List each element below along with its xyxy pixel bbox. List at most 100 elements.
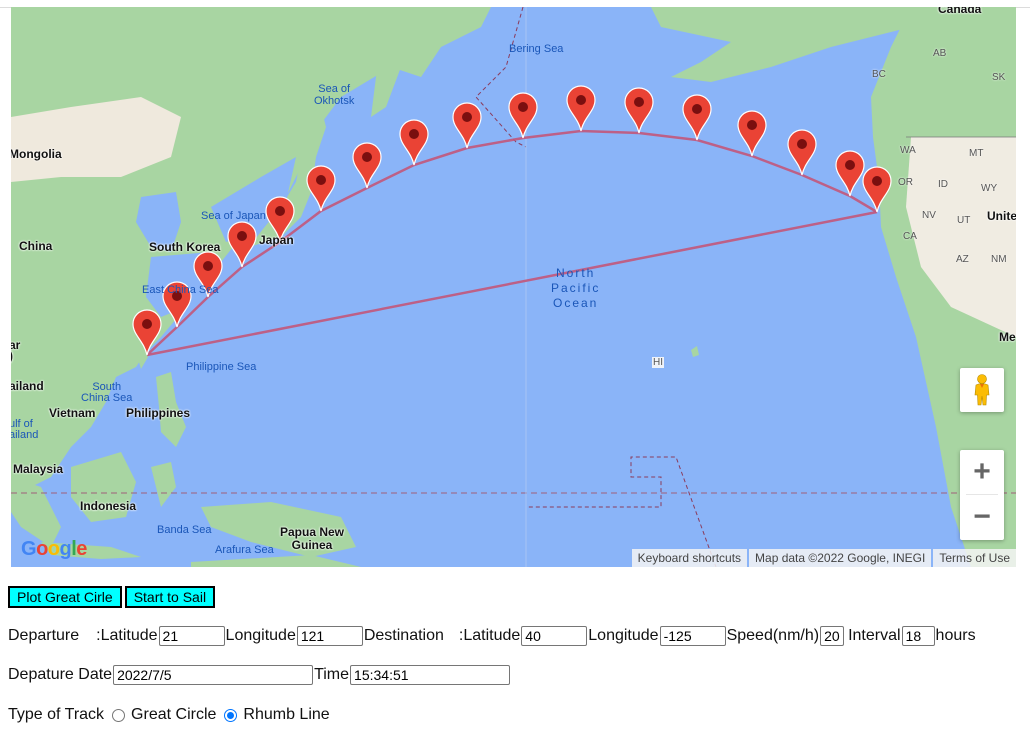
departure-latitude-input[interactable] [158, 626, 225, 646]
label-south-china-sea-line2: China Sea [81, 392, 133, 404]
map-pin-dot [409, 129, 419, 139]
track-type-row: Type of Track Great Circle Rhumb Line [8, 706, 330, 724]
label-sea-of-okhotsk: Sea of Okhotsk [314, 83, 354, 107]
label-papua-new-guinea: Papua New Guinea [280, 526, 344, 552]
label-sea-of-okhotsk-line1: Sea of [318, 83, 351, 95]
map-pin-dot [362, 152, 372, 162]
label-mexico: Me [999, 330, 1016, 344]
speed-label: Speed(nm/h) [726, 627, 820, 644]
waypoint-marker[interactable] [306, 165, 336, 212]
rhumb-line-option-label[interactable]: Rhumb Line [243, 706, 329, 724]
keyboard-shortcuts-link[interactable]: Keyboard shortcuts [631, 549, 748, 567]
label-npo-line3: Ocean [552, 296, 599, 310]
label-nv: NV [922, 210, 936, 221]
label-ut: UT [957, 215, 971, 226]
waypoint-marker[interactable] [787, 129, 817, 176]
map-pin-dot [747, 120, 757, 130]
datetime-row: Depature Date Time [8, 665, 511, 685]
map-pin-icon [352, 142, 382, 189]
map-pin-icon [399, 119, 429, 166]
label-az: AZ [956, 254, 969, 265]
label-wa: WA [900, 145, 916, 156]
waypoint-marker[interactable] [624, 87, 654, 134]
label-mongolia: Mongolia [11, 147, 62, 161]
label-south-korea: South Korea [149, 240, 221, 254]
label-indonesia: Indonesia [80, 499, 137, 513]
label-banda-sea: Banda Sea [157, 524, 212, 536]
departure-date-input[interactable] [113, 665, 314, 685]
departure-longitude-input[interactable] [296, 626, 363, 646]
interval-label: Interval [848, 627, 901, 644]
waypoint-marker[interactable] [508, 92, 538, 139]
action-buttons: Plot Great Cirle Start to Sail [8, 586, 218, 608]
land-sumatra [11, 477, 61, 547]
label-sk: SK [992, 72, 1006, 83]
waypoint-marker[interactable] [835, 150, 865, 197]
label-wy: WY [981, 183, 998, 194]
great-circle-option-label[interactable]: Great Circle [131, 706, 216, 724]
label-bc: BC [872, 69, 886, 80]
coordinates-row: Departure :Latitude Longitude Destinatio… [8, 626, 976, 646]
label-png-line2: Guinea [291, 538, 333, 552]
waypoint-marker[interactable] [566, 85, 596, 132]
map-pin-dot [518, 102, 528, 112]
label-sea-of-okhotsk-line2: Okhotsk [314, 95, 355, 107]
map-pin-icon [682, 94, 712, 141]
destination-latitude-label: :Latitude [458, 627, 521, 644]
waypoint-marker[interactable] [737, 110, 767, 157]
interval-input[interactable] [901, 626, 935, 646]
waypoint-marker[interactable] [399, 119, 429, 166]
label-gulf-of-thailand: ulf of ailand [11, 419, 38, 441]
map-pin-icon [787, 129, 817, 176]
zoom-in-button[interactable]: + [960, 450, 1004, 494]
departure-longitude-label: Longitude [225, 627, 296, 644]
waypoint-marker[interactable] [452, 102, 482, 149]
time-label: Time [314, 666, 350, 683]
start-to-sail-button[interactable]: Start to Sail [124, 586, 216, 608]
label-sea-of-japan: Sea of Japan [201, 210, 266, 222]
label-japan: Japan [259, 233, 294, 247]
label-philippines: Philippines [126, 406, 191, 420]
map-pin-dot [634, 97, 644, 107]
waypoint-marker[interactable] [352, 142, 382, 189]
label-gulf-line2: ailand [11, 429, 39, 441]
map-pin-dot [237, 231, 247, 241]
rhumb-line-radio[interactable] [224, 708, 238, 722]
label-npo-line1: North [556, 266, 596, 280]
time-input[interactable] [350, 665, 511, 685]
waypoint-marker[interactable] [682, 94, 712, 141]
destination-longitude-label: Longitude [588, 627, 659, 644]
label-or: OR [898, 177, 913, 188]
speed-input[interactable] [820, 626, 845, 646]
map-canvas[interactable]: Mongolia China South Korea Japan Sea of … [11, 7, 1016, 567]
map-pin-dot [316, 175, 326, 185]
label-canada: Canada [938, 7, 982, 16]
map-pin-dot [872, 176, 882, 186]
label-npo-line2: Pacific [551, 281, 601, 295]
hours-label: hours [935, 627, 976, 644]
label-ca: CA [903, 231, 917, 242]
map-pin-dot [142, 319, 152, 329]
label-east-china-sea: East China Sea [142, 284, 219, 296]
map-pin-icon [306, 165, 336, 212]
street-view-pegman[interactable] [960, 368, 1004, 412]
great-circle-radio[interactable] [112, 708, 126, 722]
departure-latitude-label: :Latitude [96, 627, 158, 644]
label-malaysia: Malaysia [13, 462, 64, 476]
zoom-control: + − [960, 450, 1004, 540]
destination-latitude-input[interactable] [521, 626, 588, 646]
map-pin-icon [624, 87, 654, 134]
plot-great-circle-button[interactable]: Plot Great Cirle [8, 586, 122, 608]
map-pin-icon [452, 102, 482, 149]
departure-date-label: Depature Date [8, 666, 113, 683]
map-pin-icon [566, 85, 596, 132]
map-pin-icon [835, 150, 865, 197]
map-pin-dot [576, 95, 586, 105]
destination-longitude-input[interactable] [659, 626, 726, 646]
google-logo[interactable]: Google [21, 538, 87, 561]
label-arafura-sea: Arafura Sea [215, 544, 274, 556]
terms-of-use-link[interactable]: Terms of Use [933, 549, 1016, 567]
zoom-out-button[interactable]: − [960, 495, 1004, 539]
label-china: China [19, 239, 53, 253]
label-south-china-sea: South China Sea [81, 382, 132, 404]
